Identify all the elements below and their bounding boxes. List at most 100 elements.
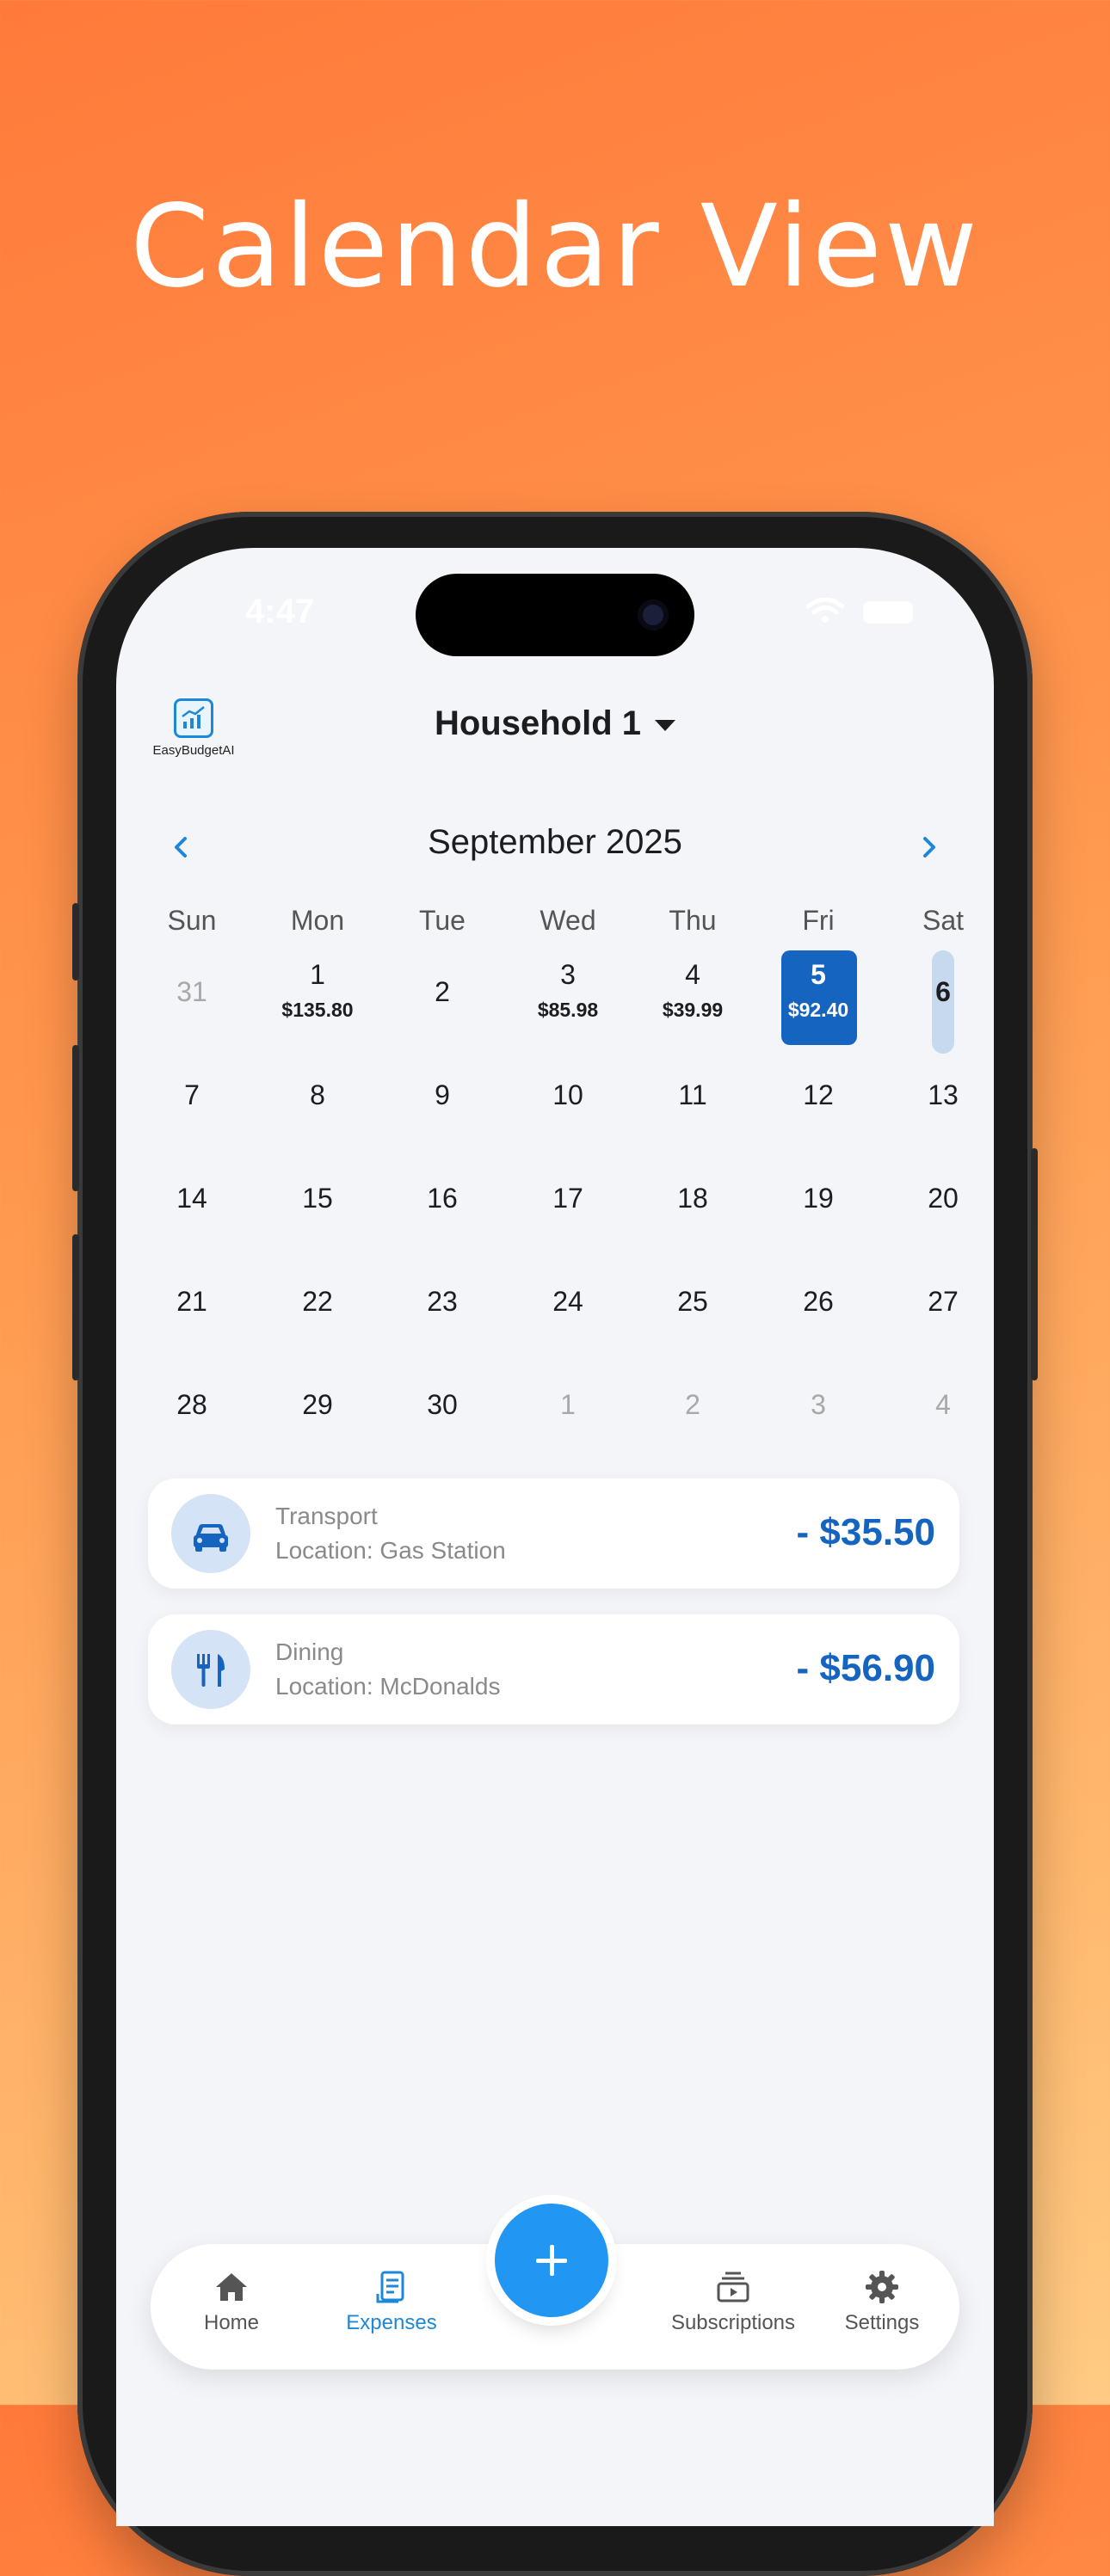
- transaction-card[interactable]: Dining Location: McDonalds - $56.90: [148, 1614, 959, 1725]
- calendar-day[interactable]: 28: [140, 1356, 244, 1451]
- calendar-day[interactable]: 21: [140, 1253, 244, 1348]
- calendar-day[interactable]: 2: [391, 944, 494, 1038]
- calendar-day[interactable]: 3 $85.98: [516, 944, 620, 1038]
- calendar-day[interactable]: 11: [641, 1047, 744, 1141]
- weekday-label: Wed: [540, 905, 596, 936]
- day-number: 4: [685, 959, 700, 990]
- calendar-day[interactable]: 14: [140, 1150, 244, 1245]
- day-number: 12: [803, 1079, 834, 1110]
- transaction-category: Dining: [275, 1638, 344, 1665]
- calendar-day-today[interactable]: 6: [891, 944, 994, 1054]
- add-expense-button[interactable]: [495, 2204, 608, 2317]
- status-time: 4:47: [245, 593, 315, 630]
- day-number: 29: [302, 1389, 333, 1420]
- tab-label: Settings: [844, 2311, 920, 2334]
- calendar-day[interactable]: 26: [767, 1253, 870, 1348]
- day-number: 21: [176, 1286, 207, 1317]
- transaction-card[interactable]: Transport Location: Gas Station - $35.50: [148, 1479, 959, 1589]
- battery-icon: [863, 601, 913, 624]
- calendar-day-selected[interactable]: 5 $92.40: [767, 944, 870, 1045]
- calendar-day[interactable]: 30: [391, 1356, 494, 1451]
- calendar-day[interactable]: 9: [391, 1047, 494, 1141]
- caret-down-icon: [655, 719, 676, 731]
- calendar-day[interactable]: 12: [767, 1047, 870, 1141]
- transaction-amount: - $56.90: [796, 1647, 935, 1689]
- day-number: 2: [435, 976, 450, 1007]
- calendar-day[interactable]: 22: [266, 1253, 369, 1348]
- day-total: $92.40: [787, 999, 849, 1021]
- day-total: $85.98: [537, 999, 599, 1021]
- day-number: 15: [302, 1183, 333, 1214]
- calendar-day[interactable]: 10: [516, 1047, 620, 1141]
- power-button: [1031, 1148, 1038, 1380]
- day-number: 11: [678, 1079, 707, 1110]
- calendar-day[interactable]: 3: [767, 1356, 870, 1451]
- calendar-day[interactable]: 27: [891, 1253, 994, 1348]
- day-number: 7: [184, 1079, 200, 1110]
- calendar-day[interactable]: 19: [767, 1150, 870, 1245]
- tab-settings[interactable]: Settings: [817, 2270, 947, 2335]
- tab-home[interactable]: Home: [167, 2270, 296, 2335]
- tab-label: Expenses: [346, 2311, 437, 2334]
- calendar-day[interactable]: 24: [516, 1253, 620, 1348]
- month-title: September 2025: [428, 823, 682, 861]
- calendar-grid: 31 1 $135.80 2 3 $85.98 4 $39.99 5 $92.40 6 7 8 9 10 11…: [116, 944, 994, 1460]
- app-screen: 4:47 EasyBudgetAI Household 1 September: [116, 548, 994, 2526]
- volume-up-button: [72, 1045, 79, 1191]
- calendar-day[interactable]: 1: [516, 1356, 620, 1451]
- day-number: 16: [427, 1183, 458, 1214]
- day-number: 14: [176, 1183, 207, 1214]
- calendar-day[interactable]: 2: [641, 1356, 744, 1451]
- weekday-label: Tue: [419, 905, 466, 936]
- subscriptions-icon: [717, 2272, 749, 2302]
- calendar-day[interactable]: 8: [266, 1047, 369, 1141]
- dynamic-island: [416, 574, 694, 656]
- day-number: 18: [677, 1183, 708, 1214]
- calendar-day[interactable]: 13: [891, 1047, 994, 1141]
- day-number: 24: [552, 1286, 583, 1317]
- day-number: 19: [803, 1183, 834, 1214]
- logo-text: EasyBudgetAI: [152, 743, 235, 758]
- receipt-icon: [376, 2271, 404, 2303]
- action-button: [72, 903, 79, 981]
- calendar-day[interactable]: 17: [516, 1150, 620, 1245]
- day-number: 23: [427, 1286, 458, 1317]
- transaction-category: Transport: [275, 1503, 378, 1529]
- tab-label: Subscriptions: [670, 2311, 796, 2334]
- day-number: 2: [685, 1389, 700, 1420]
- month-header: September 2025: [116, 823, 994, 875]
- calendar-day[interactable]: 18: [641, 1150, 744, 1245]
- tab-subscriptions[interactable]: Subscriptions: [656, 2270, 811, 2335]
- chevron-right-icon[interactable]: [911, 830, 946, 864]
- calendar-day[interactable]: 20: [891, 1150, 994, 1245]
- day-number: 6: [935, 976, 951, 1007]
- day-number: 4: [935, 1389, 951, 1420]
- calendar-day[interactable]: 31: [140, 944, 244, 1038]
- calendar-day[interactable]: 1 $135.80: [266, 944, 369, 1038]
- day-number: 17: [552, 1183, 583, 1214]
- transaction-location: Location: McDonalds: [275, 1673, 501, 1700]
- tab-expenses[interactable]: Expenses: [327, 2270, 456, 2335]
- day-total: $39.99: [662, 999, 724, 1021]
- day-number: 27: [928, 1286, 959, 1317]
- calendar-day[interactable]: 29: [266, 1356, 369, 1451]
- household-selector[interactable]: Household 1: [116, 704, 994, 743]
- calendar-day[interactable]: 15: [266, 1150, 369, 1245]
- volume-down-button: [72, 1234, 79, 1380]
- calendar-day[interactable]: 25: [641, 1253, 744, 1348]
- camera-icon: [638, 599, 669, 630]
- day-number: 25: [677, 1286, 708, 1317]
- calendar-day[interactable]: 7: [140, 1047, 244, 1141]
- calendar-day[interactable]: 4: [891, 1356, 994, 1451]
- calendar-day[interactable]: 23: [391, 1253, 494, 1348]
- day-number: 20: [928, 1183, 959, 1214]
- calendar-day[interactable]: 16: [391, 1150, 494, 1245]
- day-number: 5: [811, 959, 826, 990]
- calendar-day[interactable]: 4 $39.99: [641, 944, 744, 1038]
- day-number: 22: [302, 1286, 333, 1317]
- day-number: 8: [310, 1079, 325, 1110]
- day-number: 31: [176, 976, 207, 1007]
- day-number: 1: [560, 1389, 576, 1420]
- transaction-amount: - $35.50: [796, 1511, 935, 1553]
- day-number: 13: [928, 1079, 959, 1110]
